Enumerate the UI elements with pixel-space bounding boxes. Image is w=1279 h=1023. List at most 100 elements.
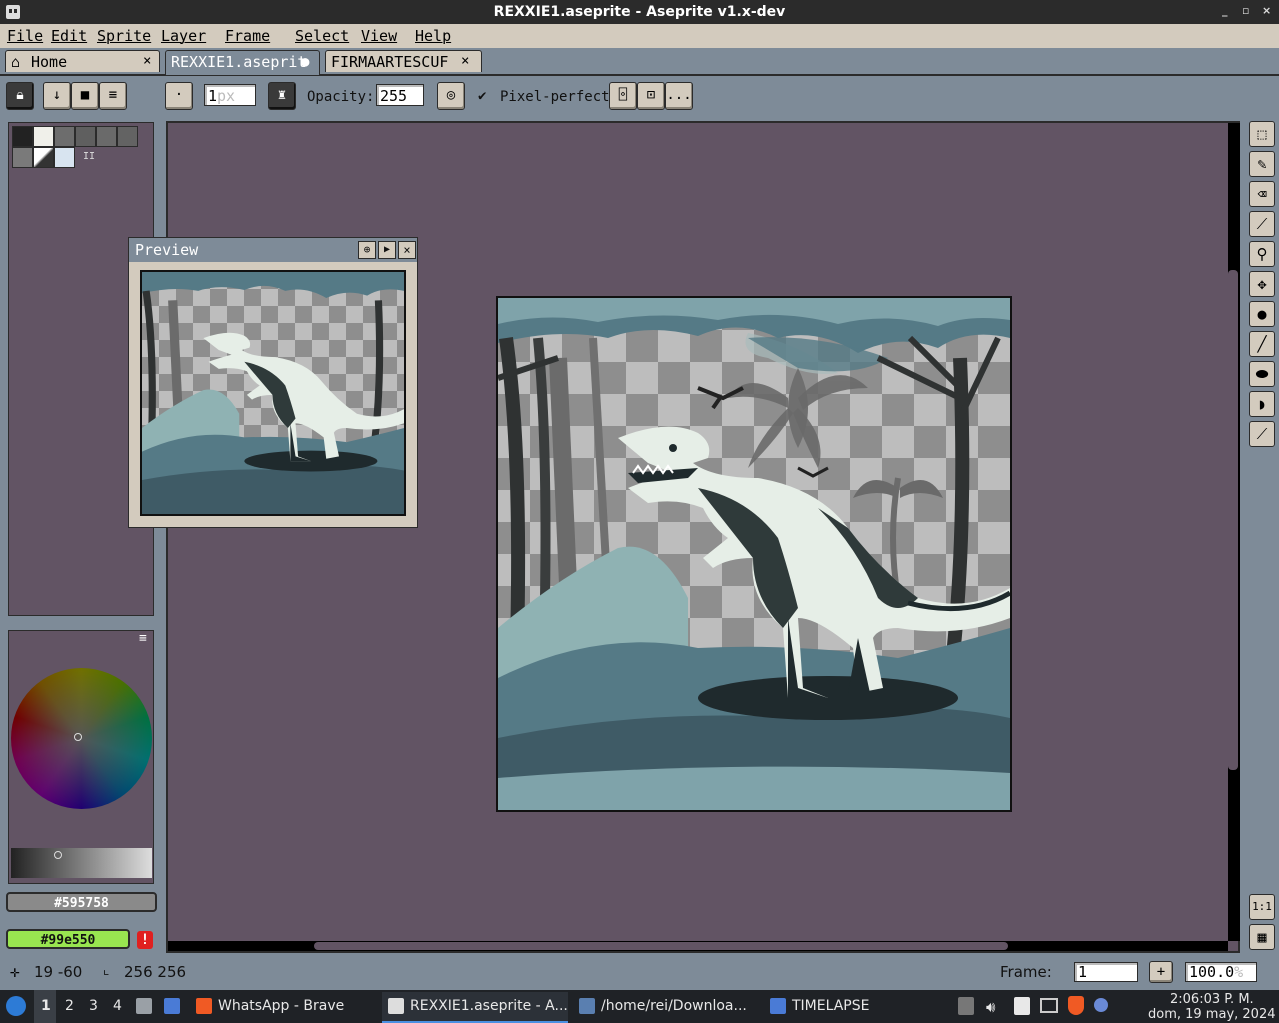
- palette-swatch[interactable]: [54, 147, 75, 168]
- spiral-icon[interactable]: ◎: [437, 82, 465, 110]
- palette-swatch[interactable]: [117, 126, 138, 147]
- tab-home[interactable]: ⌂ Home ×: [5, 50, 160, 72]
- move-icon[interactable]: ✥: [1249, 271, 1275, 297]
- tiled-mode-icon[interactable]: ⊡: [637, 82, 665, 110]
- workspace-2[interactable]: 2: [65, 998, 74, 1014]
- task-label: WhatsApp - Brave: [218, 998, 345, 1014]
- workspace-3[interactable]: 3: [89, 998, 98, 1014]
- palette-swatch-selected[interactable]: [33, 147, 54, 168]
- task-file-path[interactable]: /home/rei/Downloa...: [579, 992, 759, 1021]
- paint-bucket-icon[interactable]: ●: [1249, 301, 1275, 327]
- palette-swatch[interactable]: [96, 126, 117, 147]
- menu-edit[interactable]: Edit: [51, 27, 87, 45]
- contour-icon[interactable]: ◗: [1249, 391, 1275, 417]
- menu-frame[interactable]: Frame: [225, 27, 270, 45]
- menu-view[interactable]: View: [361, 27, 397, 45]
- title-bar: REXXIE1.aseprite - Aseprite v1.x-dev _ ▫…: [0, 0, 1279, 24]
- symmetry-icon[interactable]: ⌻: [609, 82, 637, 110]
- preview-titlebar[interactable]: Preview ⊕ ▶ ×: [129, 238, 417, 262]
- preview-close-icon[interactable]: ×: [398, 241, 416, 259]
- line-icon[interactable]: ╱: [1249, 331, 1275, 357]
- background-color-field[interactable]: #99e550: [6, 929, 130, 949]
- brush-size-field[interactable]: 1px: [204, 84, 256, 106]
- ink-type-icon[interactable]: ♜: [268, 82, 296, 110]
- lock-icon[interactable]: 🔒︎: [6, 82, 34, 110]
- brave-icon: [196, 998, 212, 1014]
- tab-close-icon[interactable]: ×: [461, 53, 469, 69]
- preview-dinosaur-thumbnail: [142, 272, 404, 514]
- menu-select[interactable]: Select: [295, 27, 349, 45]
- ellipse-icon[interactable]: ⬬: [1249, 361, 1275, 387]
- menu-help[interactable]: Help: [415, 27, 451, 45]
- palette-swatch[interactable]: [54, 126, 75, 147]
- file-manager-icon[interactable]: [136, 998, 152, 1014]
- task-whatsapp-brave[interactable]: WhatsApp - Brave: [196, 992, 376, 1021]
- more-options-button[interactable]: ...: [665, 82, 693, 110]
- notification-icon[interactable]: [1094, 998, 1108, 1012]
- workspace-4[interactable]: 4: [113, 998, 122, 1014]
- frame-field[interactable]: 1: [1074, 962, 1138, 982]
- tab-close-icon[interactable]: ×: [143, 53, 151, 69]
- zoom-field[interactable]: 100.0%: [1185, 962, 1257, 982]
- clipboard-icon[interactable]: [1014, 997, 1030, 1015]
- display-icon[interactable]: [1040, 998, 1058, 1013]
- opacity-field[interactable]: 255: [376, 84, 424, 106]
- brave-tray-icon[interactable]: [1068, 996, 1084, 1015]
- brush-down-icon[interactable]: ↓: [43, 82, 71, 110]
- pencil-icon[interactable]: ✎: [1249, 151, 1275, 177]
- eyedropper-icon[interactable]: ⟋: [1249, 211, 1275, 237]
- brush-square-icon[interactable]: ■: [71, 82, 99, 110]
- tab-firmaartescuf[interactable]: FIRMAARTESCUF ×: [325, 50, 482, 72]
- palette-swatch[interactable]: [12, 126, 33, 147]
- blur-icon[interactable]: ⟋: [1249, 421, 1275, 447]
- close-window-button[interactable]: ×: [1262, 4, 1271, 17]
- preview-play-icon[interactable]: ▶: [378, 241, 396, 259]
- menu-file[interactable]: File: [7, 27, 43, 45]
- vertical-scrollbar-thumb[interactable]: [1228, 270, 1238, 770]
- eject-icon[interactable]: [958, 997, 974, 1015]
- color-wheel-cursor: [74, 733, 82, 741]
- value-slider-cursor: [54, 851, 62, 859]
- clock-date[interactable]: dom, 19 may, 2024: [1148, 1007, 1275, 1022]
- task-timelapse[interactable]: TIMELAPSE: [770, 992, 920, 1021]
- horizontal-scrollbar-thumb[interactable]: [314, 942, 1008, 950]
- menu-sprite[interactable]: Sprite: [97, 27, 151, 45]
- brush-type-button[interactable]: ·: [165, 82, 193, 110]
- menu-layer[interactable]: Layer: [161, 27, 206, 45]
- dinosaur-artwork: [498, 298, 1010, 810]
- workspace-1[interactable]: 1: [41, 998, 51, 1014]
- preview-center-icon[interactable]: ⊕: [358, 241, 376, 259]
- task-label: TIMELAPSE: [792, 998, 870, 1014]
- taskbar: 1 2 3 4 WhatsApp - Brave REXXIE1.aseprit…: [0, 990, 1279, 1023]
- rectangular-marquee-icon[interactable]: ⬚: [1249, 121, 1275, 147]
- context-bar: 🔒︎ ↓ ■ ≡ · 1px ♜ Opacity: 255 ◎ ✔ Pixel-…: [0, 76, 1279, 116]
- foreground-color-field[interactable]: #595758: [6, 892, 157, 912]
- maximize-button[interactable]: ▫: [1242, 4, 1249, 17]
- warning-icon[interactable]: !: [137, 931, 153, 949]
- sprite-canvas[interactable]: [496, 296, 1012, 812]
- pixel-perfect-checkbox[interactable]: ✔: [478, 88, 486, 104]
- sprite-size: 256 256: [124, 963, 187, 981]
- opacity-label: Opacity:: [307, 89, 375, 105]
- palette-swatch[interactable]: [75, 126, 96, 147]
- volume-icon[interactable]: 🔊︎: [986, 998, 995, 1016]
- value-slider[interactable]: [11, 848, 152, 878]
- eraser-icon[interactable]: ⌫: [1249, 181, 1275, 207]
- zoom-icon[interactable]: ⚲: [1249, 241, 1275, 267]
- tab-rexxie1[interactable]: REXXIE1.aseprit ●: [165, 50, 320, 75]
- task-aseprite[interactable]: REXXIE1.aseprite - A...: [382, 992, 568, 1023]
- timeline-toggle-icon[interactable]: ▦: [1249, 924, 1275, 950]
- preview-window[interactable]: Preview ⊕ ▶ ×: [128, 237, 418, 528]
- palette-swatch[interactable]: [33, 126, 54, 147]
- color-selector-menu-icon[interactable]: ≡: [139, 631, 147, 646]
- zoom-1-1-button[interactable]: 1:1: [1249, 894, 1275, 920]
- clock-time[interactable]: 2:06:03 P. M.: [1170, 992, 1254, 1007]
- palette-swatch[interactable]: [12, 147, 33, 168]
- palette-menu-icon[interactable]: II: [83, 151, 95, 162]
- add-frame-button[interactable]: +: [1149, 961, 1173, 983]
- brush-lines-icon[interactable]: ≡: [99, 82, 127, 110]
- show-desktop-icon[interactable]: [164, 998, 180, 1014]
- minimize-button[interactable]: _: [1222, 4, 1228, 17]
- tab-modified-icon[interactable]: ●: [301, 54, 309, 70]
- start-menu-icon[interactable]: [6, 996, 26, 1016]
